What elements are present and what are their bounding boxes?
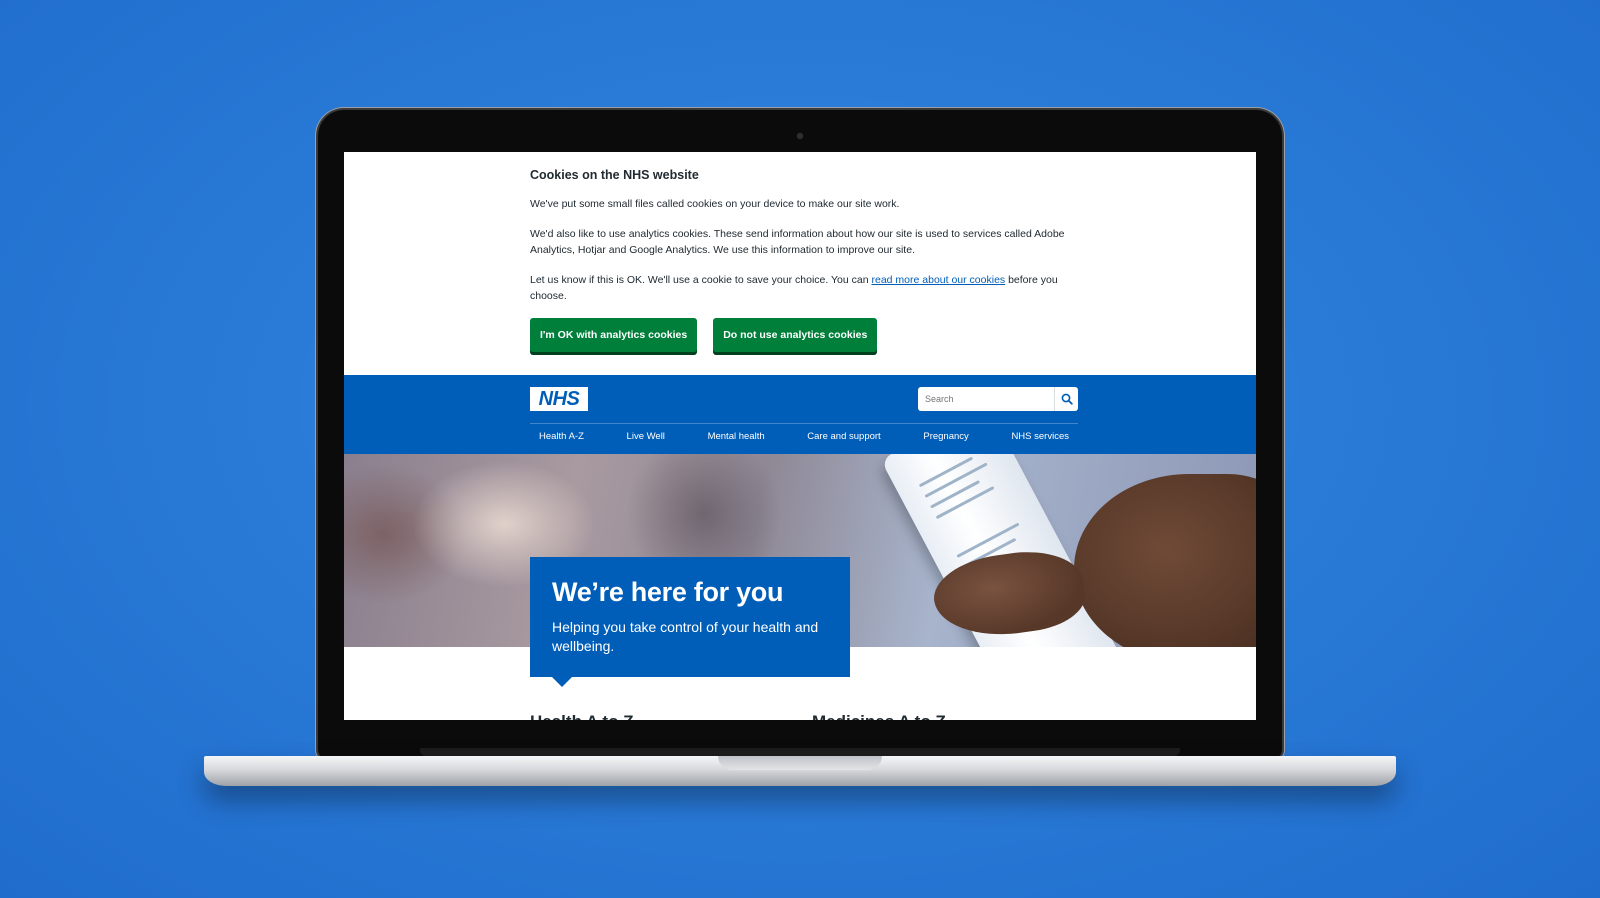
health-a-z-heading[interactable]: Health A to Z — [530, 712, 634, 720]
cookie-text-choice-start: Let us know if this is OK. We'll use a c… — [530, 274, 872, 286]
nav-divider — [530, 423, 1078, 424]
search-box — [918, 387, 1078, 411]
cookie-text-choice: Let us know if this is OK. We'll use a c… — [530, 272, 1090, 304]
cookie-text-analytics: We'd also like to use analytics cookies.… — [530, 228, 1065, 256]
search-input[interactable] — [918, 387, 1054, 411]
nav-item-mental-health[interactable]: Mental health — [708, 431, 765, 447]
nav-item-nhs-services[interactable]: NHS services — [1011, 431, 1069, 447]
nav-item-pregnancy[interactable]: Pregnancy — [923, 431, 968, 447]
laptop-hinge — [420, 748, 1180, 756]
laptop-notch — [718, 756, 882, 770]
cookie-banner-title: Cookies on the NHS website — [530, 168, 699, 182]
hero-card-pointer — [552, 677, 572, 687]
accept-analytics-cookies-button[interactable]: I'm OK with analytics cookies — [530, 318, 698, 352]
hero-subtitle: Helping you take control of your health … — [552, 619, 819, 654]
medicines-a-z-heading[interactable]: Medicines A to Z — [812, 712, 946, 720]
nhs-logo[interactable]: NHS — [530, 387, 588, 411]
search-icon — [1061, 393, 1073, 405]
cookie-text-intro: We've put some small files called cookie… — [530, 198, 900, 210]
nav-item-health-a-z[interactable]: Health A-Z — [539, 431, 584, 447]
nav-item-live-well[interactable]: Live Well — [627, 431, 665, 447]
read-more-cookies-link[interactable]: read more about our cookies — [872, 274, 1006, 286]
hero-title: We’re here for you — [552, 577, 784, 607]
browser-screen: Cookies on the NHS website We've put som… — [344, 152, 1256, 720]
cookie-banner: Cookies on the NHS website We've put som… — [344, 152, 1256, 375]
site-header: NHS Health A-Z Live Well Mental health C… — [344, 375, 1256, 454]
hand-image — [1074, 474, 1256, 647]
search-button[interactable] — [1054, 387, 1078, 411]
camera-icon — [797, 133, 803, 139]
phone-text-line — [935, 485, 995, 520]
phone-text-line — [930, 480, 981, 509]
main-nav: Health A-Z Live Well Mental health Care … — [530, 431, 1078, 447]
reject-analytics-cookies-button[interactable]: Do not use analytics cookies — [713, 318, 878, 352]
nhs-logo-text: NHS — [538, 387, 580, 410]
nav-item-care-and-support[interactable]: Care and support — [807, 431, 880, 447]
hero-card: We’re here for you Helping you take cont… — [530, 557, 850, 677]
